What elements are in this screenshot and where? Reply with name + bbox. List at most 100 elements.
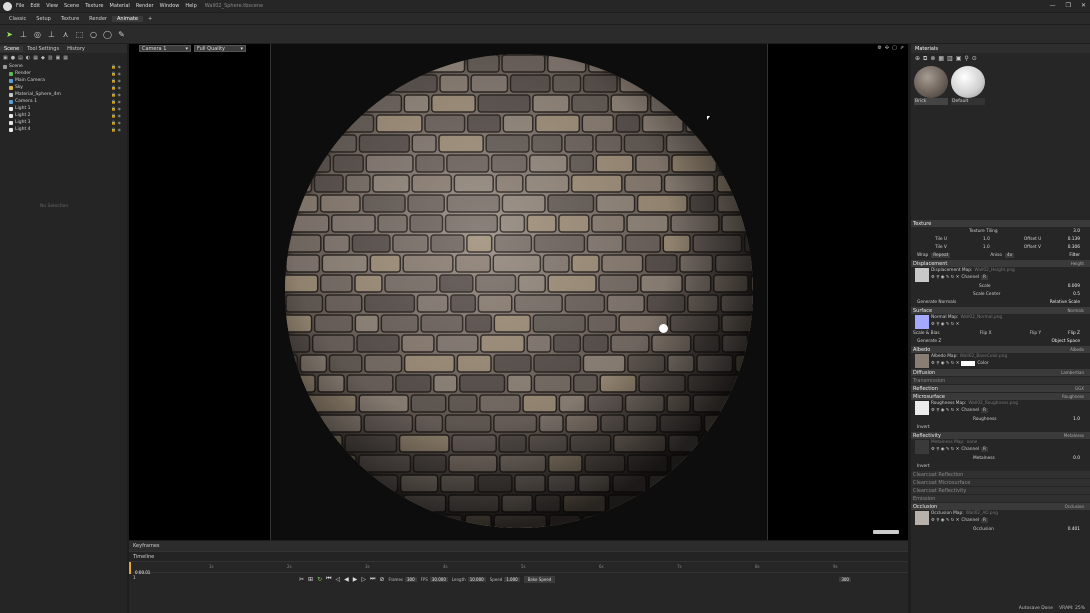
tile-u-value[interactable]: 1.0: [983, 237, 990, 242]
section-albedo[interactable]: Albedo Albedo: [911, 346, 1090, 353]
fps-field[interactable]: FPS 30.000: [421, 576, 448, 582]
delete-material-icon[interactable]: ⊗: [930, 55, 935, 62]
visibility-icon[interactable]: 🔒 ◉: [111, 127, 121, 132]
record-icon[interactable]: ⊘: [379, 576, 384, 583]
viewport[interactable]: Camera 1 ▾ Full Quality ▾ ⚙ ✣ ▢ ⇗: [129, 44, 908, 540]
grid-icon[interactable]: ✣: [885, 45, 889, 51]
current-frame[interactable]: 1: [133, 575, 136, 580]
length-value[interactable]: 10.000: [467, 576, 486, 582]
scene-item[interactable]: Light 2 🔒 ◉: [0, 112, 127, 119]
end-frame-value[interactable]: 300: [839, 576, 851, 582]
map-file[interactable]: Wall02_AO.png: [966, 511, 998, 516]
folder-icon[interactable]: ▥: [48, 55, 53, 61]
metalness-value[interactable]: 0.0: [1073, 456, 1080, 461]
frames-value[interactable]: 300: [404, 576, 417, 582]
section-occlusion[interactable]: Occlusion Occlusion: [911, 503, 1090, 510]
section-emission[interactable]: Emission: [911, 495, 1090, 502]
duplicate-icon[interactable]: ⧉: [923, 55, 927, 63]
visibility-icon[interactable]: 🔒 ◉: [111, 64, 121, 69]
occlusion-map-thumb[interactable]: [915, 511, 929, 525]
select-arrow-icon[interactable]: ➤: [4, 29, 15, 40]
scale-tool-icon[interactable]: ⊥: [46, 29, 57, 40]
channel-dropdown[interactable]: R: [981, 275, 989, 280]
map-file[interactable]: Wall02_Height.png: [974, 268, 1014, 273]
length-field[interactable]: Length 10.000: [452, 576, 486, 582]
rotate-tool-icon[interactable]: ◎: [32, 29, 43, 40]
generate-z-checkbox[interactable]: Generate Z: [917, 339, 941, 344]
menu-window[interactable]: Window: [160, 3, 180, 9]
section-reflectivity[interactable]: Reflectivity Metalness: [911, 432, 1090, 439]
scene-item[interactable]: Material_Sphere_4m 🔒 ◉: [0, 91, 127, 98]
section-reflection[interactable]: Reflection GGX: [911, 385, 1090, 392]
tab-animate[interactable]: Animate: [111, 15, 143, 22]
flip-y-checkbox[interactable]: Flip Y: [1030, 331, 1042, 336]
scene-item[interactable]: Sky 🔒 ◉: [0, 84, 127, 91]
loop-icon[interactable]: ↻: [317, 576, 322, 583]
menu-texture[interactable]: Texture: [85, 3, 103, 9]
tab-history[interactable]: History: [63, 46, 89, 52]
scale-bias-checkbox[interactable]: Scale & Bias: [913, 331, 940, 336]
map-tools-icon[interactable]: ⚙ ⚲ ◉ ✎ ↻ ✕: [931, 322, 959, 327]
wrap-dropdown[interactable]: Repeat: [931, 252, 951, 258]
scene-item[interactable]: Scene 🔒 ◉: [0, 63, 127, 70]
fps-value[interactable]: 30.000: [429, 576, 448, 582]
map-tools-icon[interactable]: ⚙ ⚲ ◉ ✎ ↻ ✕: [931, 518, 959, 523]
time-ruler[interactable]: 0:00.01 1s 2s 3s 4s 5s 6s 7s 8s 9s: [129, 561, 908, 575]
menu-render[interactable]: Render: [136, 3, 154, 9]
quality-dropdown[interactable]: Full Quality ▾: [194, 45, 246, 52]
center-value[interactable]: 0.5: [1073, 292, 1080, 297]
tab-render[interactable]: Render: [84, 16, 112, 22]
rect-select-icon[interactable]: ⬚: [74, 29, 85, 40]
material-thumb-brick[interactable]: Brick: [914, 66, 948, 105]
tab-scene[interactable]: Scene: [0, 45, 24, 52]
visibility-icon[interactable]: 🔒 ◉: [111, 85, 121, 90]
folder-icon[interactable]: ▥: [947, 55, 953, 62]
section-clearcoat-reflection[interactable]: Clearcoat Reflection: [911, 471, 1090, 478]
offset-v-value[interactable]: 0.306: [1068, 245, 1080, 250]
speed-value[interactable]: 1.000: [504, 576, 520, 582]
map-tools-icon[interactable]: ⚙ ⚲ ◉ ✎ ↻ ✕: [931, 275, 959, 280]
move-tool-icon[interactable]: ⊥: [18, 29, 29, 40]
roughness-value[interactable]: 1.0: [1073, 417, 1080, 422]
section-surface[interactable]: Surface Normals: [911, 307, 1090, 314]
metalness-row[interactable]: Metalness 0.0: [911, 454, 1090, 462]
scene-item[interactable]: Camera 1 🔒 ◉: [0, 98, 127, 105]
light-gizmo[interactable]: [659, 324, 668, 333]
scale-center-row[interactable]: Scale Center 0.5: [911, 290, 1090, 298]
menu-help[interactable]: Help: [185, 3, 196, 9]
section-displacement[interactable]: Displacement Height: [911, 260, 1090, 267]
visibility-icon[interactable]: 🔒 ◉: [111, 106, 121, 111]
channel-dropdown[interactable]: R: [981, 408, 989, 413]
visibility-icon[interactable]: 🔒 ◉: [111, 78, 121, 83]
circle-select-icon[interactable]: ○: [88, 29, 99, 40]
timeline-label[interactable]: Timeline: [133, 554, 154, 560]
frame-icon[interactable]: ▢: [892, 45, 897, 51]
section-mode[interactable]: Occlusion: [1065, 504, 1084, 509]
import-material-icon[interactable]: ▦: [938, 55, 944, 62]
scale-value[interactable]: 0.009: [1068, 284, 1080, 289]
object-space-checkbox[interactable]: Object Space: [1052, 339, 1080, 344]
frames-field[interactable]: Frames 300: [388, 576, 417, 582]
tiling-value[interactable]: 3.0: [1073, 229, 1080, 234]
keyframe-icon[interactable]: ⊞: [308, 576, 313, 583]
minimize-icon[interactable]: —: [1050, 2, 1056, 9]
reverse-icon[interactable]: ◀: [344, 576, 349, 583]
gear-icon[interactable]: ⚙: [877, 45, 881, 51]
visibility-icon[interactable]: 🔒 ◉: [111, 71, 121, 76]
visibility-icon[interactable]: 🔒 ◉: [111, 99, 121, 104]
play-icon[interactable]: ▶: [353, 576, 358, 583]
relative-scale-checkbox[interactable]: Relative Scale: [1050, 300, 1080, 305]
eyedropper-icon[interactable]: ⚲: [964, 55, 968, 62]
share-icon[interactable]: ⊙: [972, 55, 977, 62]
menu-edit[interactable]: Edit: [30, 3, 40, 9]
scene-item[interactable]: Light 3 🔒 ◉: [0, 119, 127, 126]
scene-item[interactable]: Light 4 🔒 ◉: [0, 126, 127, 133]
section-microsurface[interactable]: Microsurface Roughness: [911, 393, 1090, 400]
skip-end-icon[interactable]: ⏭: [370, 575, 375, 583]
section-diffusion[interactable]: Diffusion Lambertian: [911, 369, 1090, 376]
metalness-map-thumb[interactable]: [915, 440, 929, 454]
occlusion-value[interactable]: 0.401: [1068, 527, 1080, 532]
normal-map-thumb[interactable]: [915, 315, 929, 329]
transform-tool-icon[interactable]: ⋏: [60, 29, 71, 40]
tab-texture[interactable]: Texture: [56, 16, 84, 22]
